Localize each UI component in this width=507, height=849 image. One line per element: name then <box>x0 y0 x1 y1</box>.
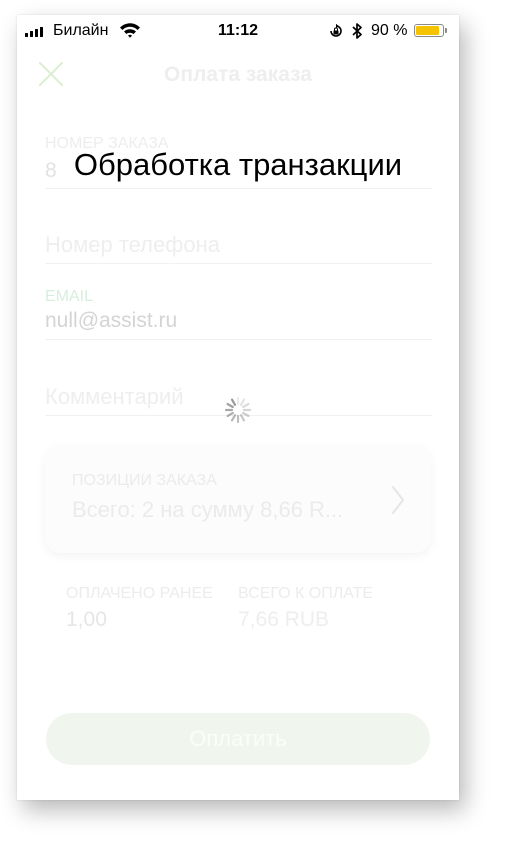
spinner-spoke <box>239 398 246 406</box>
phone-screen: Билайн 11:12 90 % Оплата заказа НОМЕР ЗА… <box>17 15 459 800</box>
processing-title: Обработка транзакции <box>73 147 403 182</box>
spinner-spoke <box>242 411 250 418</box>
status-bar: Билайн 11:12 90 % <box>17 15 459 47</box>
spinner-spoke <box>230 414 237 422</box>
order-items-card[interactable]: ПОЗИЦИИ ЗАКАЗА Всего: 2 на сумму 8,66 R.… <box>45 445 431 553</box>
order-items-label: ПОЗИЦИИ ЗАКАЗА <box>72 472 217 489</box>
battery-percentage: 90 % <box>371 22 408 39</box>
email-value: null@assist.ru <box>45 309 178 332</box>
paid-earlier-label: ОПЛАЧЕНО РАНЕЕ <box>66 585 213 602</box>
phone-field[interactable]: Номер телефона <box>45 225 432 264</box>
pay-button[interactable]: Оплатить <box>46 713 430 765</box>
spinner-spoke <box>230 398 237 406</box>
bluetooth-icon <box>351 22 363 45</box>
email-label: EMAIL <box>45 288 94 305</box>
battery-tip <box>445 28 447 33</box>
spinner-spoke <box>226 411 234 418</box>
comment-placeholder: Комментарий <box>45 384 184 409</box>
battery-icon <box>414 24 444 37</box>
total-to-pay-label: ВСЕГО К ОПЛАТЕ <box>238 585 374 602</box>
email-field[interactable]: EMAIL null@assist.ru <box>45 283 432 340</box>
phone-placeholder: Номер телефона <box>45 232 220 257</box>
battery-fill <box>416 26 439 35</box>
spinner-icon <box>224 396 252 424</box>
spinner-spoke <box>226 402 234 409</box>
page-title: Оплата заказа <box>164 63 312 86</box>
spinner-spoke <box>239 414 246 422</box>
orientation-lock-icon <box>328 23 344 44</box>
paid-earlier-value: 1,00 <box>66 608 107 631</box>
spinner-spoke <box>242 402 250 409</box>
order-items-summary: Всего: 2 на сумму 8,66 R... <box>72 497 344 522</box>
chevron-right-icon <box>390 485 406 520</box>
total-to-pay-value: 7,66 RUB <box>238 608 330 631</box>
